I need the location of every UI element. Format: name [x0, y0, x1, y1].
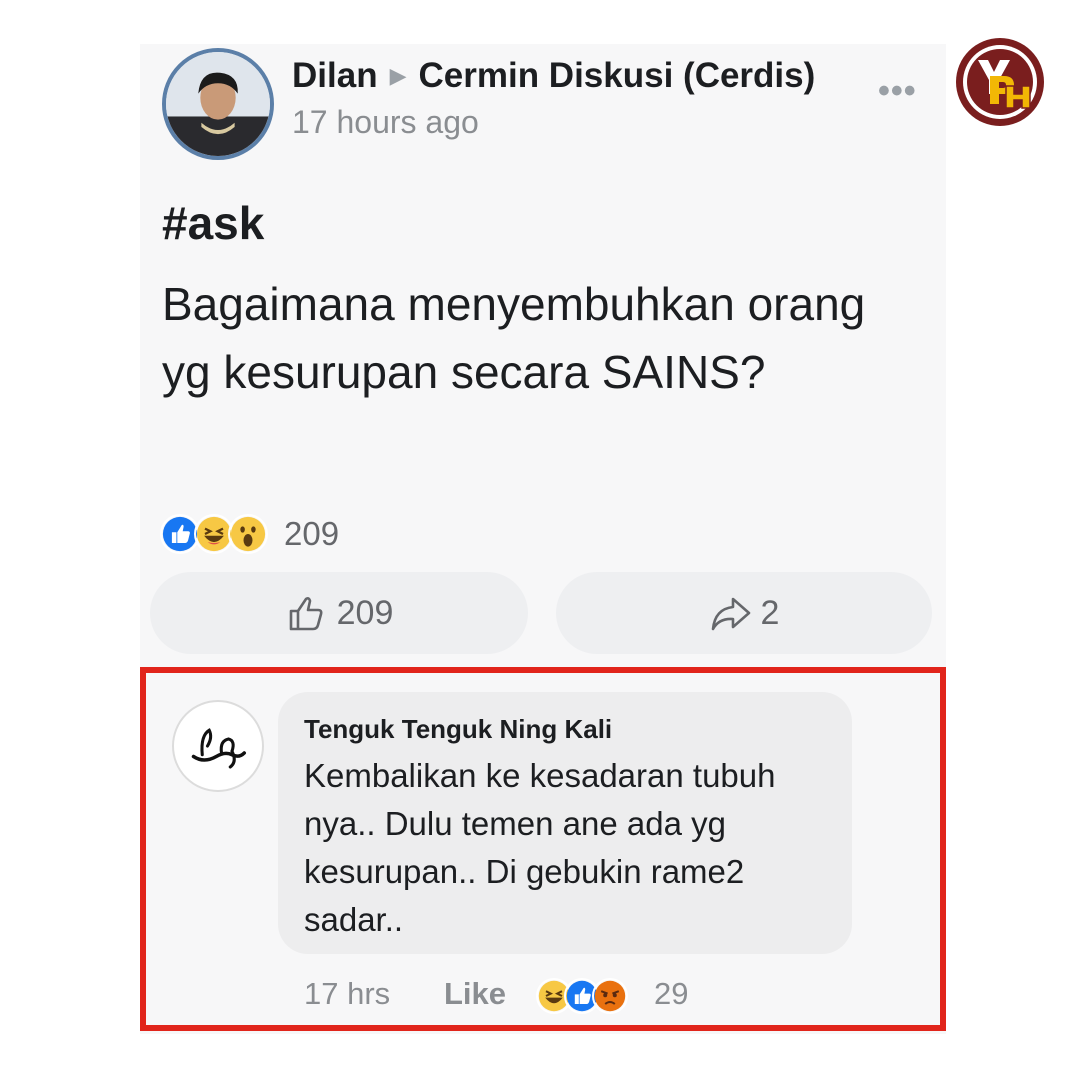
group-name[interactable]: Cermin Diskusi (Cerdis)	[419, 56, 816, 95]
share-count: 2	[760, 593, 780, 632]
post-hashtag[interactable]: #ask	[162, 196, 264, 250]
author-avatar[interactable]	[162, 48, 274, 160]
more-options-icon[interactable]: •••	[878, 72, 917, 111]
share-arrow-icon	[711, 597, 750, 631]
author-name[interactable]: Dilan	[292, 56, 378, 95]
share-button[interactable]: 2	[556, 572, 932, 654]
triangle-right-icon: ▶	[389, 63, 407, 88]
comment-reaction-count: 29	[654, 976, 689, 1011]
commenter-name[interactable]: Tenguk Tenguk Ning Kali	[304, 714, 612, 745]
wow-reaction-icon	[228, 514, 268, 554]
post-timestamp[interactable]: 17 hours ago	[292, 104, 479, 141]
calligraphy-icon	[191, 728, 246, 769]
reaction-summary[interactable]: 209	[160, 512, 339, 556]
like-count: 209	[336, 593, 394, 632]
thumbs-up-outline-icon	[289, 597, 323, 631]
comment-like-button[interactable]: Like	[444, 976, 506, 1012]
like-button[interactable]: 209	[150, 572, 528, 654]
yph-logo	[956, 38, 1044, 126]
comment-time[interactable]: 17 hrs	[304, 976, 390, 1012]
comment-reactions[interactable]	[536, 978, 628, 1014]
reaction-count: 209	[284, 515, 340, 552]
commenter-avatar[interactable]	[172, 700, 264, 792]
angry-reaction-icon	[592, 978, 628, 1014]
avatar-photo	[166, 52, 270, 156]
post-header: Dilan ▶ Cermin Diskusi (Cerdis)	[292, 56, 815, 96]
comment-text: Kembalikan ke kesadaran tubuh nya.. Dulu…	[304, 757, 776, 938]
post-body: Bagaimana menyembuhkan orang yg kesurupa…	[162, 278, 866, 398]
